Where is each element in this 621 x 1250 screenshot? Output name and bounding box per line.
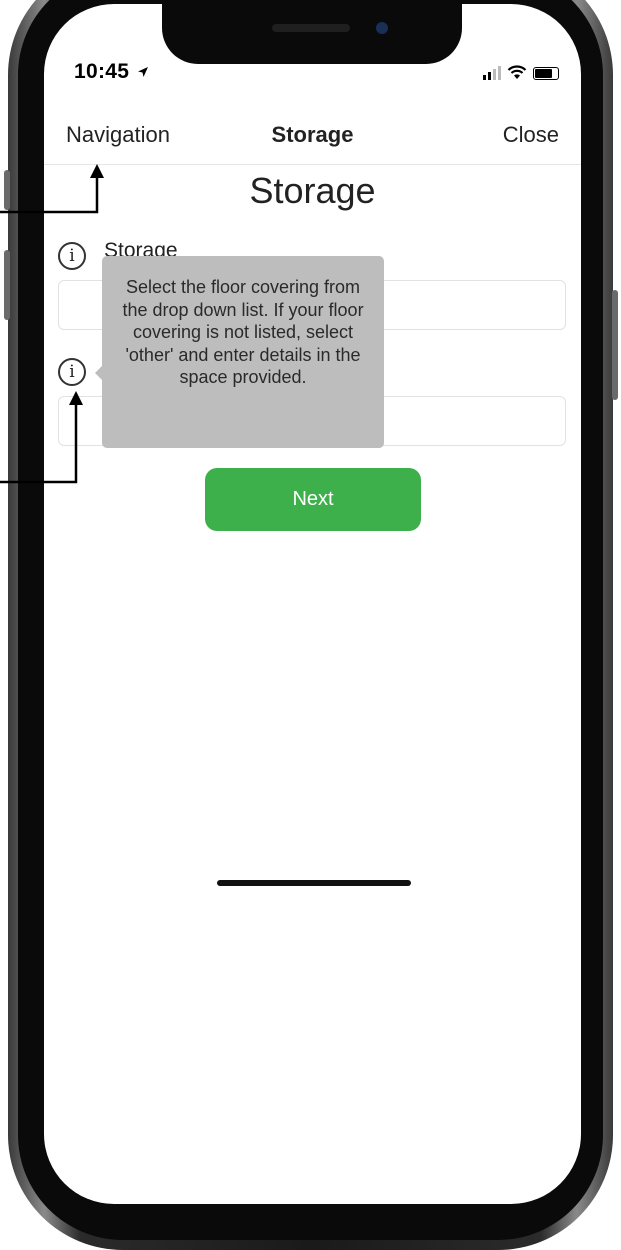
front-camera: [376, 22, 388, 34]
status-icons: [483, 60, 559, 80]
speaker-grille: [272, 24, 350, 32]
next-button[interactable]: Next: [205, 468, 421, 531]
tooltip-text: Select the floor covering from the drop …: [122, 277, 364, 387]
page-title: Storage: [249, 170, 376, 211]
nav-bar: Navigation Storage Close: [44, 114, 581, 165]
tooltip-pointer: [95, 366, 102, 380]
volume-button: [4, 170, 10, 210]
power-button: [612, 290, 618, 400]
help-tooltip: Select the floor covering from the drop …: [102, 256, 384, 448]
info-icon[interactable]: i: [58, 242, 86, 270]
status-time: 10:45: [74, 60, 149, 84]
signal-icon: [483, 66, 501, 80]
home-indicator: [217, 880, 411, 886]
info-icon[interactable]: i: [58, 358, 86, 386]
battery-icon: [533, 67, 559, 80]
notch: [162, 4, 462, 64]
nav-title: Storage: [271, 122, 354, 147]
location-arrow-icon: [138, 67, 149, 77]
wifi-icon: [507, 65, 527, 79]
phone-screen: 10:45 Navigation Storage Close Storage i…: [44, 4, 581, 1204]
close-button[interactable]: Close: [503, 122, 559, 148]
volume-button: [4, 250, 10, 320]
